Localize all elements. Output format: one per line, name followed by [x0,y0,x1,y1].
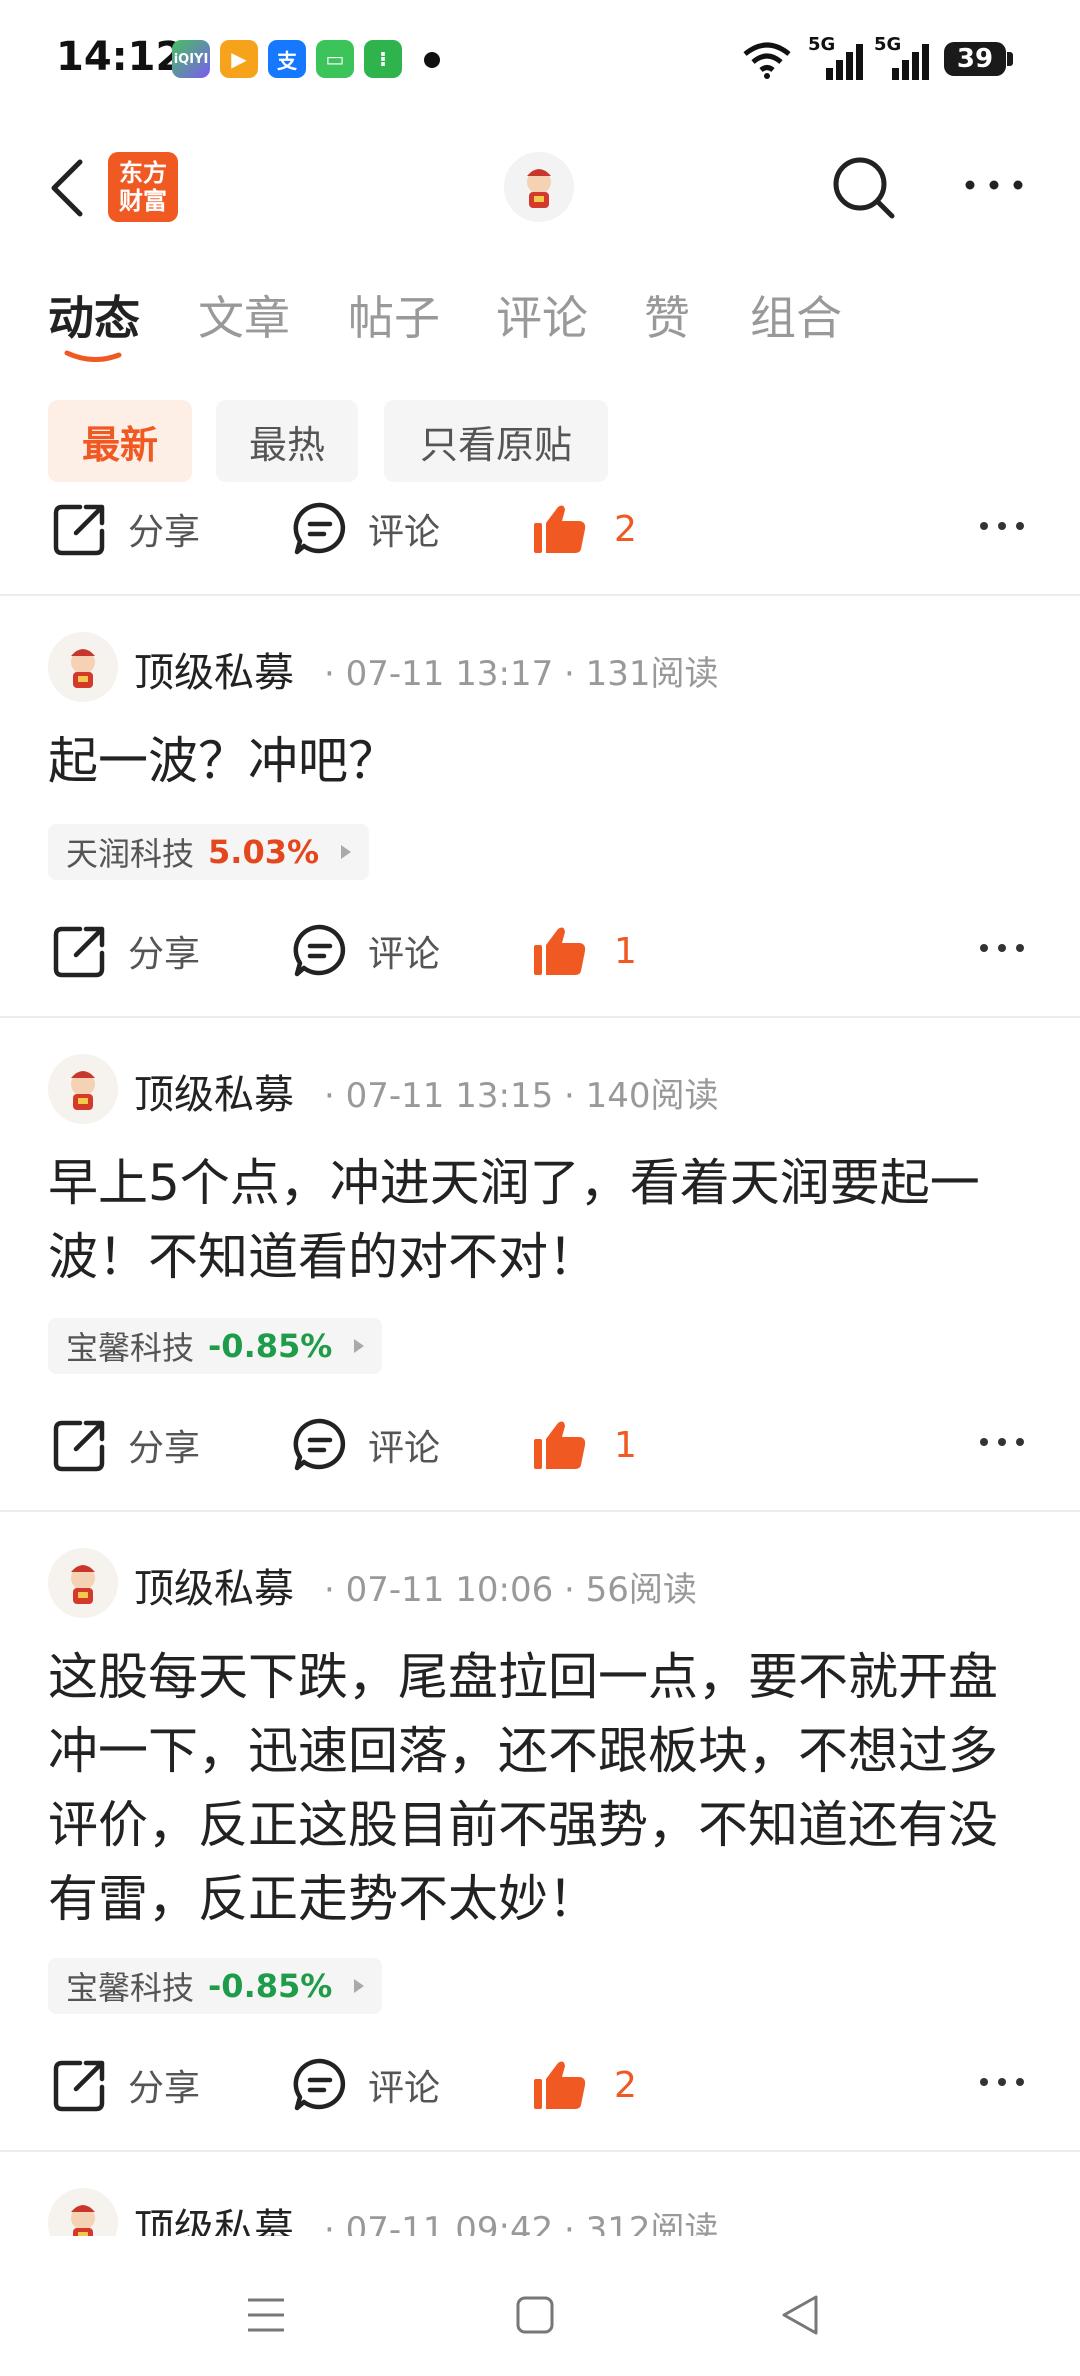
back-nav-icon[interactable] [780,2294,820,2336]
battery-indicator: 39 [944,42,1006,76]
menu-icon[interactable] [246,2296,286,2334]
youku-app-icon: ▶ [220,40,258,78]
caret-right-icon [354,1339,365,1353]
comment-button[interactable]: 评论 [292,2040,440,2130]
battery-cap [1007,52,1013,66]
author-avatar[interactable] [48,1054,118,1124]
comment-icon [293,502,346,555]
share-button[interactable]: 分享 [52,906,200,996]
status-bar: 14:12 iQIYI ▶ 支 ▭ ⁝ 5G 5G 39 [0,0,1080,120]
divider [0,1016,1080,1018]
like-button[interactable]: 1 [532,1400,637,1490]
like-button[interactable]: 1 [532,906,637,996]
stock-tag[interactable]: 宝馨科技 -0.85% [48,1318,383,1374]
post-meta: · 07-11 10:06 · 56阅读 [324,1570,697,1610]
comment-button[interactable]: 评论 [292,906,440,996]
stock-name: 宝馨科技 [66,1329,195,1367]
post-action-bar: 分享 评论 1 [0,906,1080,996]
iqiyi-app-icon: iQIYI [172,40,210,78]
share-button[interactable]: 分享 [52,1400,200,1490]
filter-hottest[interactable]: 最热 [216,400,358,482]
fortune-god-avatar-icon [71,1565,95,1604]
author-name[interactable]: 顶级私募 [134,640,294,698]
messages-app-icon: ▭ [316,40,354,78]
filter-latest[interactable]: 最新 [48,400,192,482]
signal-2-icon: 5G [874,34,930,80]
tab-posts[interactable]: 帖子 [348,282,440,348]
stock-change: -0.85% [208,1967,333,2005]
post-action-bar: 分享 评论 2 [0,2040,1080,2130]
post-meta: · 07-11 13:17 · 131阅读 [324,654,719,694]
alipay-app-icon: 支 [268,40,306,78]
stock-change: -0.85% [208,1327,333,1365]
author-avatar[interactable] [48,632,118,702]
share-button[interactable]: 分享 [52,484,200,574]
like-button[interactable]: 2 [532,2040,637,2130]
comment-icon [293,2058,346,2111]
stock-name: 宝馨科技 [66,1969,195,2007]
eastmoney-logo[interactable]: 东方 财富 [108,152,178,222]
author-name[interactable]: 顶级私募 [134,1556,294,1614]
post-action-bar: 分享 评论 1 [0,1400,1080,1490]
stock-tag[interactable]: 宝馨科技 -0.85% [48,1958,383,2014]
post-body[interactable]: 起一波？冲吧？ [48,724,1038,798]
comment-button[interactable]: 评论 [292,1400,440,1490]
back-arrow-icon[interactable] [46,158,90,218]
post-more-icon[interactable] [978,936,1026,960]
comment-icon [293,924,346,977]
like-button[interactable]: 2 [532,484,637,574]
tab-dynamic[interactable]: 动态 [48,282,140,348]
fortune-god-avatar-icon [71,649,95,688]
share-icon [53,504,105,556]
search-icon[interactable] [828,152,900,224]
thumbs-up-icon [534,1421,586,1469]
post-more-icon[interactable] [978,2070,1026,2094]
stock-name: 天润科技 [66,835,195,873]
caret-right-icon [354,1979,365,1993]
author-avatar[interactable] [48,1548,118,1618]
share-icon [53,2060,105,2112]
fortune-god-avatar-icon [71,1071,95,1110]
wifi-icon [743,42,791,79]
stock-change: 5.03% [208,833,320,871]
tab-articles[interactable]: 文章 [198,282,290,348]
author-name[interactable]: 顶级私募 [134,1062,294,1120]
post-body[interactable]: 这股每天下跌，尾盘拉回一点，要不就开盘冲一下，迅速回落，还不跟板块，不想过多评价… [48,1640,1038,1936]
divider [0,1510,1080,1512]
home-icon[interactable] [516,2296,554,2334]
system-nav-bar [0,2236,1080,2376]
divider [0,594,1080,596]
app-store-icon: ⁝ [364,40,402,78]
comment-icon [293,1418,346,1471]
signal-1-icon: 5G [808,34,864,80]
caret-right-icon [341,845,352,859]
post-meta: · 07-11 13:15 · 140阅读 [324,1076,719,1116]
active-tab-indicator [64,350,122,362]
stock-tag[interactable]: 天润科技 5.03% [48,824,370,880]
tab-likes[interactable]: 赞 [644,282,690,348]
post-body[interactable]: 早上5个点，冲进天润了，看着天润要起一波！不知道看的对不对！ [48,1146,1038,1294]
thumbs-up-icon [534,927,586,975]
share-icon [53,926,105,978]
thumbs-up-icon [534,2061,586,2109]
share-icon [53,1420,105,1472]
fortune-god-avatar-icon [527,169,551,208]
filter-original-only[interactable]: 只看原贴 [384,400,608,482]
user-avatar[interactable] [504,152,574,222]
status-time: 14:12 [56,34,184,80]
tab-portfolio[interactable]: 组合 [750,282,842,348]
notification-dot-icon [424,52,440,68]
thumbs-up-icon [534,505,586,553]
post-more-icon[interactable] [978,1430,1026,1454]
comment-button[interactable]: 评论 [292,484,440,574]
tab-comments[interactable]: 评论 [496,282,588,348]
post-action-bar: 分享 评论 2 [0,484,1080,574]
post-more-icon[interactable] [978,514,1026,538]
divider [0,2150,1080,2152]
more-options-icon[interactable] [962,170,1026,200]
share-button[interactable]: 分享 [52,2040,200,2130]
